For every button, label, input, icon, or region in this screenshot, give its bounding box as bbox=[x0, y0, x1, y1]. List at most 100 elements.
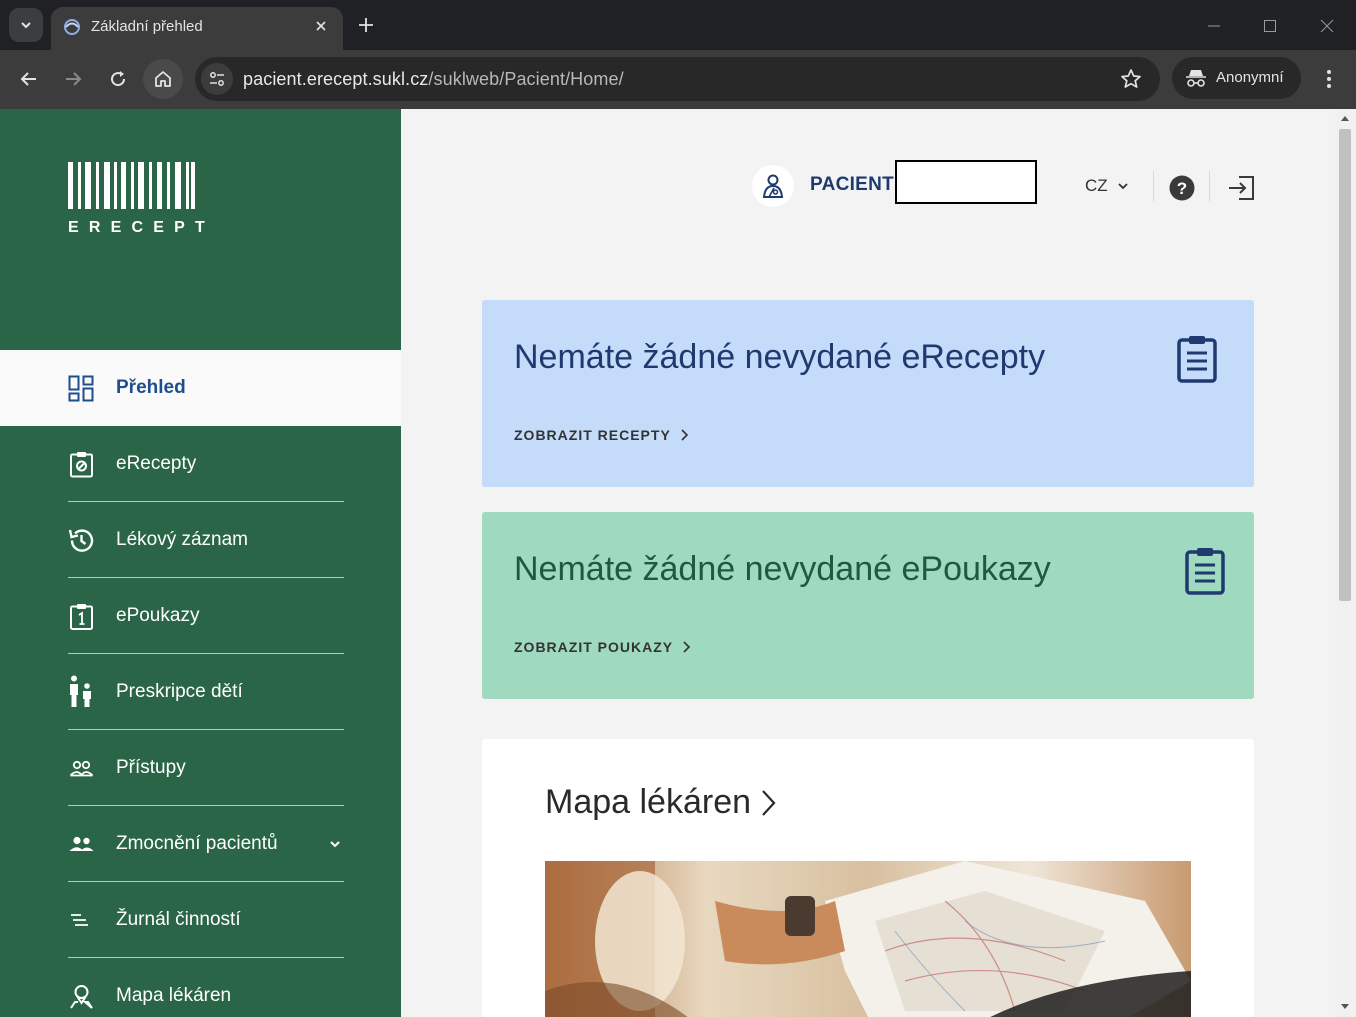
map-title-link[interactable]: Mapa lékáren bbox=[545, 783, 777, 822]
sidebar-item-label: Zmocnění pacientů bbox=[116, 833, 278, 854]
home-button[interactable] bbox=[143, 59, 183, 99]
zobrazit-recepty-link[interactable]: ZOBRAZIT RECEPTY bbox=[514, 427, 689, 443]
header-divider bbox=[1153, 171, 1154, 201]
help-icon[interactable]: ? bbox=[1169, 175, 1195, 201]
map-photo-illustration bbox=[545, 861, 1191, 1017]
map-pin-icon bbox=[70, 985, 93, 1009]
browser-tab-bar: Základní přehled bbox=[0, 0, 1356, 50]
browser-tab[interactable]: Základní přehled bbox=[51, 7, 343, 50]
browser-menu-button[interactable] bbox=[1317, 65, 1341, 93]
logo-text: ERECEPT bbox=[68, 219, 215, 236]
url-text: pacient.erecept.sukl.cz/suklweb/Pacient/… bbox=[243, 69, 624, 90]
user-role-label: PACIENT bbox=[810, 174, 895, 195]
home-icon bbox=[155, 71, 171, 87]
sidebar-item-zmocneni-pacientu[interactable]: Zmocnění pacientů bbox=[0, 806, 401, 882]
sidebar-item-label: ePoukazy bbox=[116, 605, 200, 626]
tune-icon bbox=[210, 72, 224, 86]
incognito-icon bbox=[1186, 70, 1206, 87]
tab-close-button[interactable] bbox=[311, 16, 331, 36]
chevron-down-icon[interactable] bbox=[1117, 180, 1129, 192]
sidebar-item-pristupy[interactable]: Přístupy bbox=[0, 730, 401, 806]
sidebar-item-label: eRecepty bbox=[116, 453, 197, 474]
erecepty-summary-card: Nemáte žádné nevydané eRecepty ZOBRAZIT … bbox=[482, 300, 1254, 487]
sidebar-item-lekovy-zaznam[interactable]: Lékový záznam bbox=[0, 502, 401, 578]
epoukazy-summary-card: Nemáte žádné nevydané ePoukazy ZOBRAZIT … bbox=[482, 512, 1254, 699]
chevron-down-icon[interactable] bbox=[328, 837, 342, 851]
close-window-button[interactable] bbox=[1315, 14, 1339, 38]
barcode-logo-icon bbox=[68, 162, 195, 209]
clipboard-icon bbox=[1185, 548, 1225, 595]
maximize-button[interactable] bbox=[1258, 14, 1282, 38]
user-avatar[interactable] bbox=[752, 165, 794, 207]
sidebar-item-label: Mapa lékáren bbox=[116, 985, 232, 1006]
address-bar[interactable]: pacient.erecept.sukl.cz/suklweb/Pacient/… bbox=[195, 57, 1160, 101]
family-icon bbox=[70, 675, 91, 707]
main-content: PACIENT CZ ? Nemáte žádné nevydané eRece… bbox=[401, 109, 1335, 1017]
card-title: Nemáte žádné nevydané eRecepty bbox=[514, 338, 1046, 376]
logout-icon[interactable] bbox=[1227, 175, 1255, 201]
voucher-icon bbox=[70, 604, 93, 630]
minimize-icon bbox=[1208, 25, 1220, 27]
card-title: Nemáte žádné nevydané ePoukazy bbox=[514, 550, 1051, 588]
people-icon bbox=[69, 760, 94, 777]
sidebar-item-preskripce-deti[interactable]: Preskripce dětí bbox=[0, 654, 401, 730]
chevron-right-icon bbox=[681, 429, 688, 441]
tab-title: Základní přehled bbox=[91, 18, 203, 35]
map-photo[interactable] bbox=[545, 861, 1191, 1017]
chevron-right-icon bbox=[683, 641, 691, 653]
close-icon bbox=[1320, 19, 1334, 33]
bookmark-star-icon[interactable] bbox=[1120, 68, 1142, 90]
sidebar-item-prehled[interactable]: Přehled bbox=[0, 350, 401, 426]
url-host: pacient.erecept.sukl.cz bbox=[243, 69, 429, 89]
back-button[interactable] bbox=[14, 64, 44, 94]
reload-icon bbox=[111, 71, 126, 87]
scroll-thumb[interactable] bbox=[1339, 129, 1351, 601]
scroll-up-icon[interactable] bbox=[1340, 114, 1350, 122]
site-info-button[interactable] bbox=[201, 63, 233, 95]
sidebar-item-label: Přístupy bbox=[116, 757, 186, 778]
erecept-favicon-icon bbox=[64, 19, 80, 35]
link-label: ZOBRAZIT POUKAZY bbox=[514, 639, 674, 655]
link-label: ZOBRAZIT RECEPTY bbox=[514, 427, 671, 443]
sidebar-item-erecepty[interactable]: eRecepty bbox=[0, 426, 401, 502]
new-tab-button[interactable] bbox=[355, 14, 377, 36]
forward-button[interactable] bbox=[58, 64, 88, 94]
pharmacy-map-card: Mapa lékáren bbox=[482, 739, 1254, 1017]
sidebar-item-zurnal-cinnosti[interactable]: Žurnál činností bbox=[0, 882, 401, 958]
chevron-right-icon bbox=[762, 789, 776, 816]
header-divider bbox=[1209, 171, 1210, 201]
profile-label: Anonymní bbox=[1216, 69, 1284, 86]
sidebar-item-label: Lékový záznam bbox=[116, 529, 249, 550]
chevron-down-icon bbox=[21, 22, 31, 29]
sidebar-item-mapa-lekaren[interactable]: Mapa lékáren bbox=[0, 958, 401, 1017]
list-icon bbox=[71, 914, 88, 926]
scroll-down-icon[interactable] bbox=[1340, 1003, 1350, 1011]
arrow-left-icon bbox=[20, 72, 36, 86]
sidebar-item-epoukazy[interactable]: ePoukazy bbox=[0, 578, 401, 654]
erecept-logo[interactable]: ERECEPT bbox=[68, 162, 205, 236]
reload-button[interactable] bbox=[103, 64, 133, 94]
sidebar-item-label: Přehled bbox=[116, 377, 186, 398]
incognito-profile-button[interactable]: Anonymní bbox=[1172, 57, 1301, 99]
zobrazit-poukazy-link[interactable]: ZOBRAZIT POUKAZY bbox=[514, 639, 691, 655]
svg-text:?: ? bbox=[1177, 179, 1187, 198]
page-scrollbar[interactable] bbox=[1335, 109, 1356, 1017]
dashboard-icon bbox=[68, 375, 94, 402]
more-vert-icon bbox=[1327, 70, 1331, 88]
patient-icon bbox=[762, 174, 784, 198]
plus-icon bbox=[359, 18, 373, 32]
group-icon bbox=[69, 836, 94, 851]
language-selector[interactable]: CZ bbox=[1085, 176, 1108, 196]
close-icon bbox=[316, 21, 326, 31]
clipboard-icon bbox=[1177, 336, 1217, 383]
sidebar: ERECEPT Přehled eRecepty Lékový záznam e… bbox=[0, 109, 401, 1017]
history-icon bbox=[68, 529, 94, 552]
browser-toolbar: pacient.erecept.sukl.cz/suklweb/Pacient/… bbox=[0, 50, 1356, 109]
user-name-field bbox=[895, 160, 1037, 204]
sidebar-item-label: Preskripce dětí bbox=[116, 681, 243, 702]
sidebar-item-label: Žurnál činností bbox=[116, 909, 241, 930]
tab-search-button[interactable] bbox=[9, 8, 43, 42]
arrow-right-icon bbox=[66, 72, 82, 86]
minimize-button[interactable] bbox=[1202, 14, 1226, 38]
map-title: Mapa lékáren bbox=[545, 783, 752, 821]
